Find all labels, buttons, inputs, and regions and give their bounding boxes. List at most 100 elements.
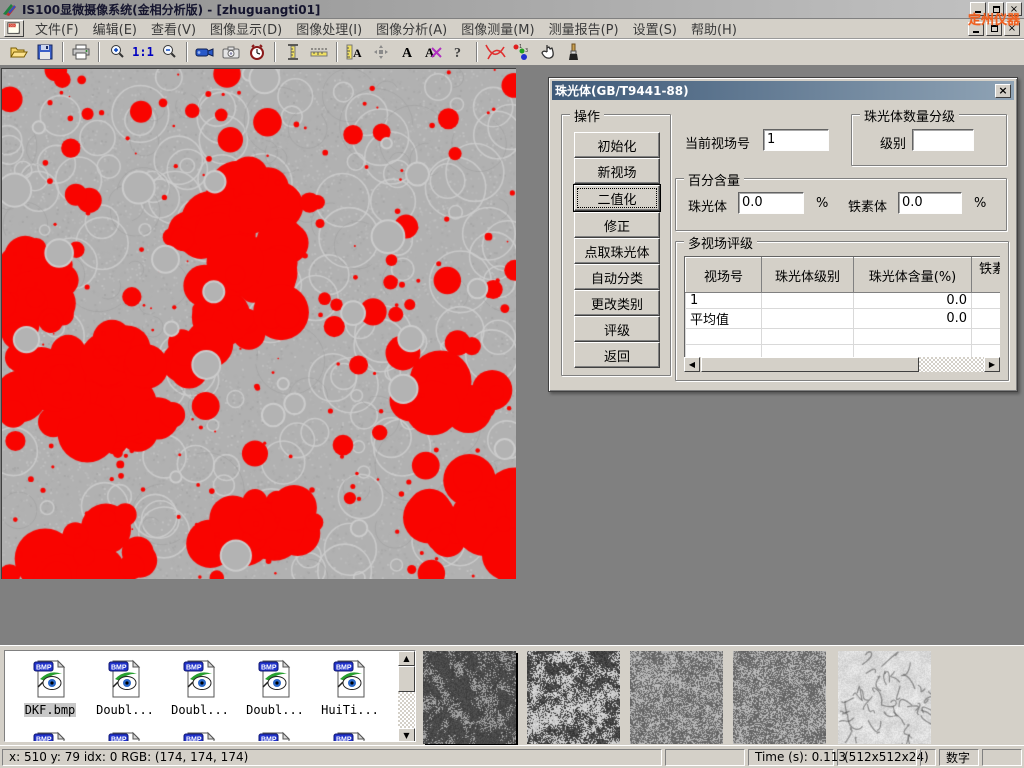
- col-field-number[interactable]: 视场号: [686, 258, 762, 293]
- scroll-left-icon[interactable]: ◀: [684, 357, 700, 372]
- table-hscrollbar[interactable]: ◀ ▶: [684, 357, 1000, 372]
- grade-button[interactable]: 评级: [574, 316, 660, 342]
- file-item[interactable]: BMP: [238, 729, 312, 742]
- file-item[interactable]: BMP: [88, 729, 162, 742]
- document-icon[interactable]: DOC: [4, 20, 24, 37]
- menu-bar: DOC 文件(F) 编辑(E) 查看(V) 图像显示(D) 图像处理(I) 图像…: [0, 19, 1024, 39]
- dialog-close-icon[interactable]: ×: [995, 84, 1011, 98]
- col-pearlite-grade[interactable]: 珠光体级别: [762, 258, 854, 293]
- table-row-empty: [686, 345, 1001, 358]
- menu-view[interactable]: 查看(V): [144, 17, 203, 40]
- table-row[interactable]: 1 0.0: [686, 293, 1001, 309]
- menu-file[interactable]: 文件(F): [28, 17, 86, 40]
- print-icon[interactable]: [68, 41, 94, 64]
- svg-text:?: ?: [454, 46, 461, 60]
- col-ferrite-pct[interactable]: 铁素体含量(%): [972, 258, 1001, 293]
- percent-group-label: 百分含量: [684, 170, 744, 189]
- file-item[interactable]: BMP DKF.bmp: [13, 657, 87, 717]
- bmp-file-icon: BMP: [30, 688, 70, 702]
- menu-measure-report[interactable]: 测量报告(P): [542, 17, 626, 40]
- thumbnail-image[interactable]: [423, 651, 516, 744]
- brush-icon[interactable]: [560, 41, 586, 64]
- table-row[interactable]: 平均值 0.0: [686, 309, 1001, 329]
- level-input[interactable]: [912, 129, 974, 151]
- file-item[interactable]: BMP Doubl...: [163, 657, 237, 717]
- move-cross-icon[interactable]: [368, 41, 394, 64]
- svg-text:BMP: BMP: [336, 665, 352, 672]
- file-item[interactable]: BMP: [163, 729, 237, 742]
- scrollbar-track[interactable]: [919, 357, 984, 372]
- zoom-in-icon[interactable]: [104, 41, 130, 64]
- open-icon[interactable]: [6, 41, 32, 64]
- metallograph-image[interactable]: [1, 68, 516, 579]
- multi-field-table[interactable]: 视场号 珠光体级别 珠光体含量(%) 铁素体含量(%) 1 0.0 平均值 0.…: [684, 256, 1000, 357]
- thumbnail-image[interactable]: [733, 651, 826, 744]
- auto-classify-button[interactable]: 自动分类: [574, 264, 660, 290]
- toolbar: 1:1 A A A ? 13: [0, 39, 1024, 66]
- thumbnail-image[interactable]: [527, 651, 620, 744]
- video-camera-icon[interactable]: [192, 41, 218, 64]
- return-button[interactable]: 返回: [574, 342, 660, 368]
- time-status: Time (s): 0.113: [748, 749, 834, 766]
- menu-help[interactable]: 帮助(H): [684, 17, 744, 40]
- scroll-right-icon[interactable]: ▶: [984, 357, 1000, 372]
- stopwatch-icon[interactable]: [244, 41, 270, 64]
- scrollbar-track[interactable]: [398, 692, 415, 728]
- menu-image-display[interactable]: 图像显示(D): [203, 17, 289, 40]
- multi-field-group: 多视场评级 视场号 珠光体级别 珠光体含量(%) 铁素体含量(%) 1 0.0 …: [675, 241, 1009, 381]
- svg-text:BMP: BMP: [111, 665, 127, 672]
- measure-text-icon[interactable]: A: [342, 41, 368, 64]
- vendor-watermark: 定州仪器: [968, 9, 1020, 28]
- caliper-icon[interactable]: [280, 41, 306, 64]
- thumbnail-image[interactable]: [838, 651, 931, 744]
- file-item[interactable]: BMP: [13, 729, 87, 742]
- pick-pearlite-button[interactable]: 点取珠光体: [574, 238, 660, 264]
- new-field-button[interactable]: 新视场: [574, 158, 660, 184]
- help-icon[interactable]: ?: [446, 41, 472, 64]
- svg-text:A: A: [353, 46, 362, 60]
- file-browser: BMP DKF.bmp BMP Doubl... BMP Doubl... BM…: [4, 650, 416, 742]
- dialog-title-bar[interactable]: 珠光体(GB/T9441-88) ×: [552, 81, 1014, 100]
- capture-camera-icon[interactable]: [218, 41, 244, 64]
- ferrite-label: 铁素体: [848, 196, 887, 215]
- scrollbar-thumb[interactable]: [701, 357, 919, 372]
- pick-hand-icon[interactable]: [534, 41, 560, 64]
- svg-text:BMP: BMP: [261, 737, 277, 743]
- pearlite-label: 珠光体: [688, 196, 727, 215]
- menu-image-analysis[interactable]: 图像分析(A): [369, 17, 454, 40]
- menu-image-measure[interactable]: 图像测量(M): [454, 17, 541, 40]
- actual-size-icon[interactable]: 1:1: [130, 41, 156, 64]
- toolbar-separator: [476, 42, 478, 62]
- count-points-icon[interactable]: 13: [508, 41, 534, 64]
- init-button[interactable]: 初始化: [574, 132, 660, 158]
- binarize-button[interactable]: 二值化: [574, 185, 660, 211]
- save-icon[interactable]: [32, 41, 58, 64]
- svg-text:A: A: [425, 45, 435, 60]
- menu-image-process[interactable]: 图像处理(I): [289, 17, 369, 40]
- file-item[interactable]: BMP: [313, 729, 387, 742]
- change-class-button[interactable]: 更改类别: [574, 290, 660, 316]
- thumbnail-image[interactable]: [630, 651, 723, 744]
- scroll-up-icon[interactable]: ▲: [398, 651, 415, 666]
- scroll-down-icon[interactable]: ▼: [398, 728, 415, 742]
- toolbar-separator: [62, 42, 64, 62]
- delete-text-icon[interactable]: A: [420, 41, 446, 64]
- file-item[interactable]: BMP Doubl...: [238, 657, 312, 717]
- svg-text:BMP: BMP: [261, 665, 277, 672]
- file-item[interactable]: BMP HuiTi...: [313, 657, 387, 717]
- ruler-icon[interactable]: [306, 41, 332, 64]
- menu-settings[interactable]: 设置(S): [626, 17, 684, 40]
- menu-edit[interactable]: 编辑(E): [86, 17, 144, 40]
- correct-button[interactable]: 修正: [574, 212, 660, 238]
- pearlite-input[interactable]: 0.0: [738, 192, 804, 214]
- ferrite-input[interactable]: 0.0: [898, 192, 962, 214]
- scrollbar-thumb[interactable]: [398, 666, 415, 692]
- curve-tool-icon[interactable]: [482, 41, 508, 64]
- col-pearlite-pct[interactable]: 珠光体含量(%): [854, 258, 972, 293]
- current-field-input[interactable]: 1: [763, 129, 829, 151]
- file-item[interactable]: BMP Doubl...: [88, 657, 162, 717]
- text-icon[interactable]: A: [394, 41, 420, 64]
- zoom-out-icon[interactable]: [156, 41, 182, 64]
- file-browser-vscrollbar[interactable]: ▲ ▼: [398, 651, 415, 742]
- svg-text:BMP: BMP: [336, 737, 352, 743]
